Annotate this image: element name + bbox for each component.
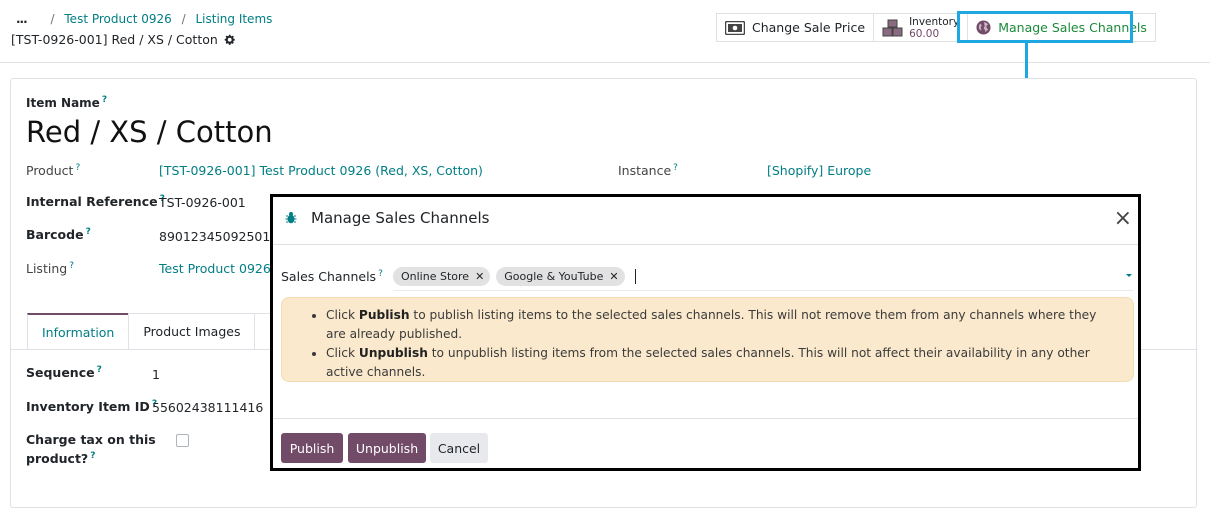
- dialog-footer-divider: [273, 418, 1138, 419]
- boxes-icon: [882, 19, 903, 36]
- bug-icon: [285, 212, 297, 224]
- breadcrumb-ellipsis[interactable]: ...: [16, 12, 28, 26]
- breadcrumb-separator: /: [50, 12, 55, 26]
- charge-tax-label-line-2: product??: [26, 451, 96, 467]
- breadcrumb: ... / Test Product 0926 / Listing Items: [16, 12, 272, 26]
- charge-tax-label: Charge tax on this: [26, 432, 156, 447]
- gear-icon[interactable]: [224, 34, 235, 45]
- unpublish-button[interactable]: Unpublish: [348, 433, 426, 463]
- inventory-item-id-value[interactable]: 55602438111416: [152, 400, 263, 415]
- money-icon: [725, 20, 745, 35]
- sales-channels-label: Sales Channels?: [281, 269, 383, 285]
- item-name-label: Item Name?: [26, 95, 108, 110]
- item-name[interactable]: Red / XS / Cotton: [26, 115, 273, 149]
- listing-label: Listing?: [26, 261, 74, 277]
- record-title: [TST-0926-001] Red / XS / Cotton: [11, 32, 235, 47]
- instance-label: Instance?: [618, 163, 678, 179]
- manage-sales-channels-dialog: Manage Sales Channels × Sales Channels? …: [270, 194, 1141, 471]
- sequence-value[interactable]: 1: [152, 367, 160, 382]
- alert-item-publish: Click Publish to publish listing items t…: [326, 306, 1117, 344]
- charge-tax-checkbox[interactable]: [176, 434, 189, 447]
- text-cursor: [634, 269, 636, 284]
- inventory-label: Inventory: [909, 15, 960, 28]
- close-icon[interactable]: ×: [1114, 206, 1132, 231]
- sales-channels-input[interactable]: Online Store ✕ Google & YouTube ✕: [393, 267, 636, 286]
- control-panel: ... / Test Product 0926 / Listing Items …: [0, 0, 1210, 63]
- barcode-label: Barcode?: [26, 227, 91, 243]
- breadcrumb-item-product[interactable]: Test Product 0926: [64, 12, 171, 26]
- tag-remove-icon[interactable]: ✕: [609, 270, 618, 283]
- sequence-label: Sequence?: [26, 365, 102, 381]
- internal-reference-label: Internal Reference?: [26, 194, 165, 210]
- barcode-value[interactable]: 89012345092501: [159, 229, 270, 244]
- instance-link[interactable]: [Shopify] Europe: [767, 163, 871, 178]
- tab-product-images[interactable]: Product Images: [128, 313, 256, 349]
- internal-reference-value[interactable]: TST-0926-001: [159, 195, 246, 210]
- change-sale-price-label: Change Sale Price: [752, 20, 866, 35]
- breadcrumb-separator: /: [181, 12, 186, 26]
- inventory-item-id-label: Inventory Item ID?: [26, 399, 158, 415]
- change-sale-price-button[interactable]: Change Sale Price: [716, 13, 875, 42]
- callout-highlight-box: [957, 11, 1133, 43]
- product-label: Product?: [26, 163, 81, 179]
- publish-button[interactable]: Publish: [281, 433, 343, 463]
- dropdown-caret-icon[interactable]: [1126, 274, 1132, 277]
- tab-information[interactable]: Information: [27, 313, 130, 349]
- tag-remove-icon[interactable]: ✕: [475, 270, 484, 283]
- inventory-stat: Inventory 60.00: [909, 16, 959, 40]
- dialog-title: Manage Sales Channels: [311, 209, 490, 227]
- product-link[interactable]: [TST-0926-001] Test Product 0926 (Red, X…: [159, 163, 483, 178]
- listing-link[interactable]: Test Product 0926: [159, 261, 271, 276]
- alert-item-unpublish: Click Unpublish to unpublish listing ite…: [326, 344, 1117, 382]
- sales-channels-underline: [393, 290, 1133, 291]
- tag-online-store: Online Store ✕: [393, 267, 491, 286]
- notebook-tabs: Information Product Images In: [27, 313, 297, 349]
- cancel-button[interactable]: Cancel: [430, 433, 488, 463]
- dialog-header: Manage Sales Channels ×: [273, 197, 1138, 245]
- record-name: [TST-0926-001] Red / XS / Cotton: [11, 32, 218, 47]
- info-alert: Click Publish to publish listing items t…: [281, 297, 1134, 382]
- tag-google-youtube: Google & YouTube ✕: [496, 267, 625, 286]
- inventory-value: 60.00: [909, 27, 940, 40]
- inventory-button[interactable]: Inventory 60.00: [874, 13, 969, 42]
- breadcrumb-item-listing-items[interactable]: Listing Items: [195, 12, 272, 26]
